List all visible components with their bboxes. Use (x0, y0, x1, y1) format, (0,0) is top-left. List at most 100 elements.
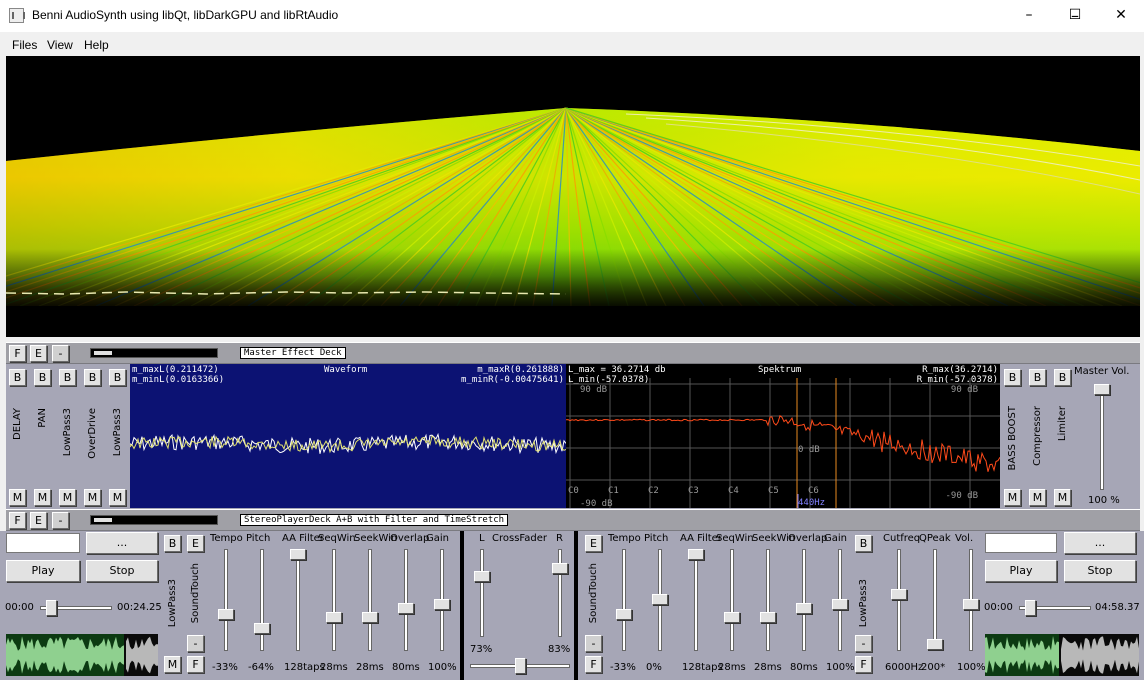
deck-b-slider[interactable] (832, 599, 848, 610)
deck-a-slider[interactable] (218, 609, 234, 620)
player-dash-button[interactable]: - (52, 512, 69, 529)
deck-b-slider[interactable] (724, 612, 740, 623)
menu-view[interactable]: View (47, 38, 73, 52)
master-fx-m-button[interactable]: M (1004, 489, 1021, 506)
deck-a-m-button[interactable]: M (164, 656, 181, 673)
deck-b-soundtouch-label: SoundTouch (588, 563, 599, 624)
master-fx-b-button[interactable]: B (1029, 369, 1046, 386)
deck-b-file-field[interactable] (985, 533, 1057, 553)
master-fx-b-button[interactable]: B (59, 369, 76, 386)
deck-a-file-field[interactable] (6, 533, 80, 553)
close-button[interactable]: ✕ (1098, 0, 1144, 32)
master-vol-slider[interactable] (1094, 384, 1110, 395)
deck-a-value: 100% (428, 662, 457, 673)
master-fx-b-button[interactable]: B (9, 369, 26, 386)
master-fx-b-button[interactable]: B (1054, 369, 1071, 386)
deck-b-label: SeqWin (716, 533, 754, 544)
spectrum-display: L_max = 36.2714 db L_min(-57.0378) Spekt… (566, 364, 1000, 508)
deck-b-dash-button[interactable]: - (585, 635, 602, 652)
deck-b-filter-track (897, 549, 901, 651)
deck-b-position-slider[interactable] (1025, 600, 1036, 616)
crossfader-l-slider[interactable] (474, 571, 490, 582)
master-fx-m-button[interactable]: M (1029, 489, 1046, 506)
deck-a-slider[interactable] (362, 612, 378, 623)
deck-a-track (332, 549, 336, 651)
deck-b-f-button-2[interactable]: F (855, 656, 872, 673)
separator-right (574, 531, 578, 680)
deck-a-label: Tempo (210, 533, 243, 544)
deck-a-dash-button[interactable]: - (187, 635, 204, 652)
deck-b-slider[interactable] (616, 609, 632, 620)
deck-a-slider[interactable] (434, 599, 450, 610)
deck-b-stop-button[interactable]: Stop (1064, 560, 1136, 582)
deck-b-value: 28ms (718, 662, 746, 673)
deck-a-slider[interactable] (254, 623, 270, 634)
deck-a-f-button[interactable]: F (187, 656, 204, 673)
master-f-button[interactable]: F (9, 345, 26, 362)
master-fx-label-pan: PAN (37, 408, 48, 428)
deck-b-play-button[interactable]: Play (985, 560, 1057, 582)
master-fx-m-button[interactable]: M (9, 489, 26, 506)
master-e-button[interactable]: E (30, 345, 47, 362)
master-deck-name: Master Effect Deck (240, 347, 346, 359)
terrain-render (6, 107, 1140, 337)
spectrum-db-bottom-right: -90 dB (945, 491, 978, 501)
master-fx-m-button[interactable]: M (1054, 489, 1071, 506)
master-fx-label-delay: DELAY (12, 408, 23, 440)
menu-help[interactable]: Help (84, 38, 109, 52)
crossfader-r-label: R (556, 533, 563, 544)
crossfader-h-slider[interactable] (515, 658, 526, 674)
waveform-display: m_maxL(0.211472) m_minL(0.0163366) Wavef… (130, 364, 566, 508)
deck-a-position-slider[interactable] (46, 600, 57, 616)
spectrum-db-bottom-left: -90 dB (580, 499, 613, 508)
spectrum-freq-marker: 440Hz (798, 498, 826, 508)
crossfader-l-value: 73% (470, 644, 493, 655)
menu-files[interactable]: Files (12, 38, 37, 52)
deck-b-b-button[interactable]: B (855, 535, 872, 552)
master-fx-label-overdrive: OverDrive (87, 408, 98, 459)
deck-a-label: SeqWin (318, 533, 356, 544)
spectrogram-3d-view[interactable] (6, 56, 1140, 337)
deck-b-e-button[interactable]: E (585, 535, 602, 552)
deck-a-browse-button[interactable]: ... (86, 532, 158, 554)
master-fx-b-button[interactable]: B (109, 369, 126, 386)
master-fx-m-button[interactable]: M (34, 489, 51, 506)
deck-b-filter-slider[interactable] (927, 639, 943, 650)
deck-a-label: Overlap (390, 533, 430, 544)
deck-a-play-button[interactable]: Play (6, 560, 80, 582)
minimize-button-2[interactable]: – (1006, 0, 1052, 32)
deck-b-filter-track (933, 549, 937, 651)
deck-a-track (368, 549, 372, 651)
deck-b-slider[interactable] (760, 612, 776, 623)
deck-a-slider[interactable] (290, 549, 306, 560)
deck-a-e-button[interactable]: E (187, 535, 204, 552)
master-dash-button[interactable]: - (52, 345, 69, 362)
player-e-button[interactable]: E (30, 512, 47, 529)
deck-b-f-button[interactable]: F (585, 656, 602, 673)
crossfader-r-slider[interactable] (552, 563, 568, 574)
spectrum-db-top-right: 90 dB (950, 385, 978, 395)
spectrum-octave-label: C1 (608, 486, 619, 496)
maximize-button[interactable]: ☐ (1052, 0, 1098, 32)
master-fx-m-button[interactable]: M (109, 489, 126, 506)
deck-b-filter-slider[interactable] (891, 589, 907, 600)
master-fx-b-button[interactable]: B (34, 369, 51, 386)
deck-b-filter-slider[interactable] (963, 599, 979, 610)
deck-b-slider[interactable] (652, 594, 668, 605)
deck-b-slider[interactable] (688, 549, 704, 560)
deck-b-slider[interactable] (796, 603, 812, 614)
app-icon (9, 8, 25, 23)
master-fx-m-button[interactable]: M (59, 489, 76, 506)
master-fx-b-button[interactable]: B (84, 369, 101, 386)
deck-a-slider[interactable] (398, 603, 414, 614)
deck-b-filter-value: 100% (957, 662, 986, 673)
player-f-button[interactable]: F (9, 512, 26, 529)
window-title: Benni AudioSynth using libQt, libDarkGPU… (32, 8, 339, 22)
master-fx-b-button[interactable]: B (1004, 369, 1021, 386)
deck-a-b-button[interactable]: B (164, 535, 181, 552)
deck-b-browse-button[interactable]: ... (1064, 532, 1136, 554)
master-fx-m-button[interactable]: M (84, 489, 101, 506)
deck-a-stop-button[interactable]: Stop (86, 560, 158, 582)
deck-b-dash-button-2[interactable]: - (855, 635, 872, 652)
deck-a-slider[interactable] (326, 612, 342, 623)
